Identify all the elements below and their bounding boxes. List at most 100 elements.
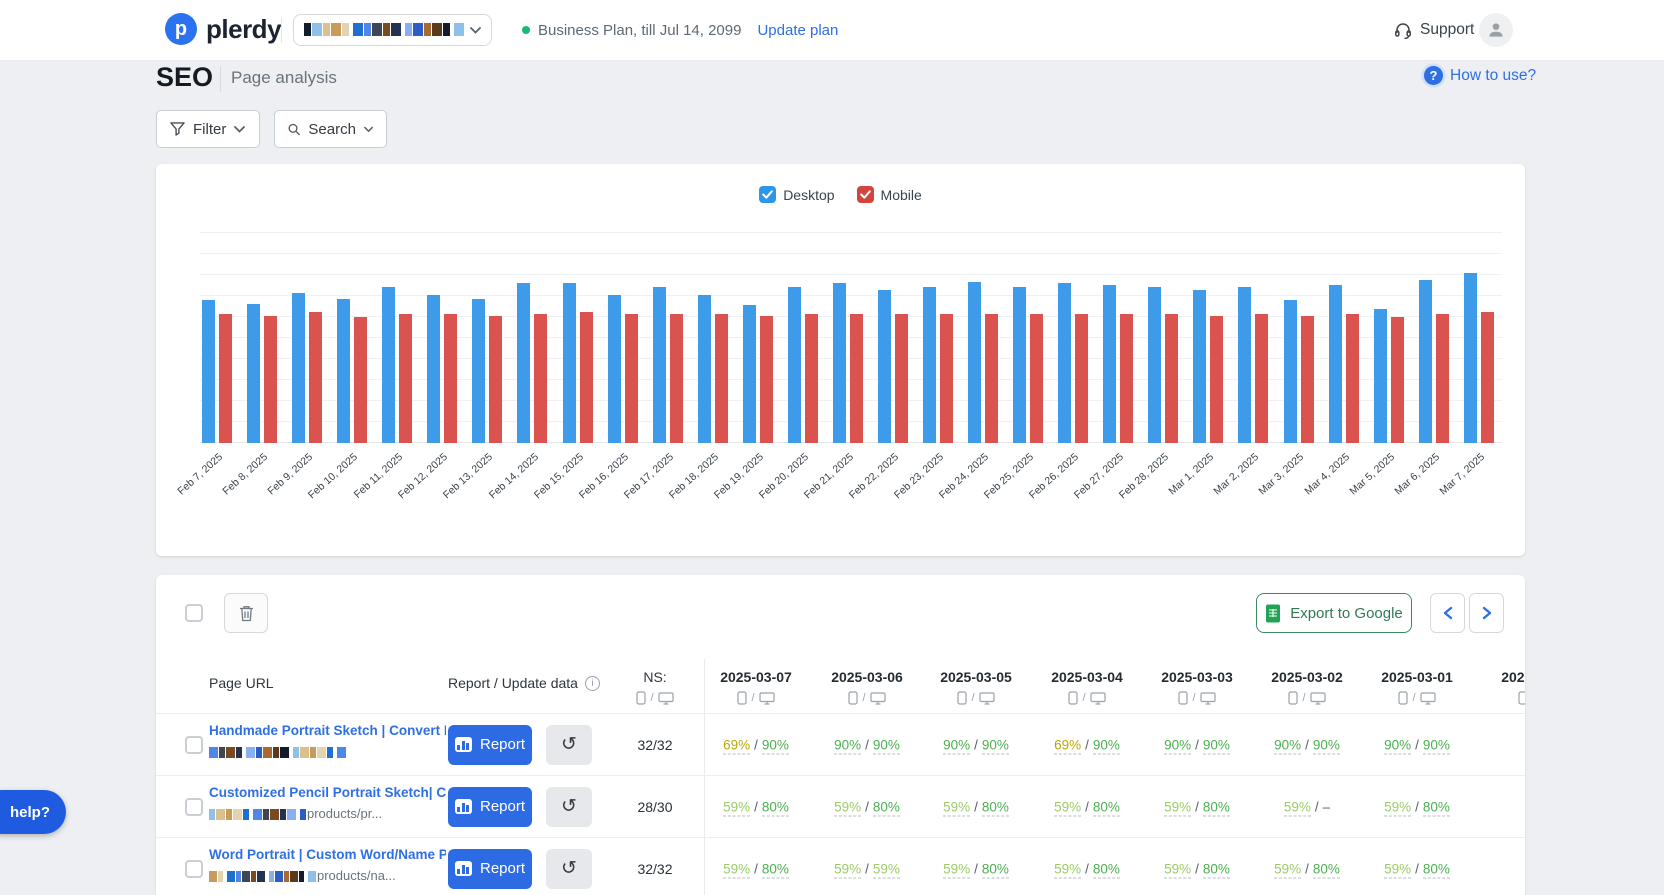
mobile-score-link[interactable]: 69%: [723, 737, 750, 754]
desktop-bar[interactable]: [1419, 280, 1432, 443]
refresh-button[interactable]: ↺: [546, 849, 592, 889]
report-button[interactable]: Report: [448, 849, 532, 889]
mobile-bar[interactable]: [940, 314, 953, 443]
mobile-score-link[interactable]: 59%: [834, 861, 861, 878]
desktop-score-link[interactable]: 80%: [982, 799, 1009, 816]
info-icon[interactable]: i: [585, 676, 600, 691]
delete-button[interactable]: [224, 593, 268, 633]
update-plan-link[interactable]: Update plan: [757, 22, 838, 39]
mobile-score-link[interactable]: 59%: [1164, 799, 1191, 816]
mobile-score-link[interactable]: 59%: [1054, 861, 1081, 878]
desktop-score-link[interactable]: 90%: [873, 737, 900, 754]
page-url-link[interactable]: Handmade Portrait Sketch | Convert P...: [209, 723, 446, 738]
how-to-use-link[interactable]: ? How to use?: [1424, 66, 1536, 85]
desktop-bar[interactable]: [1148, 287, 1161, 443]
legend-desktop-toggle[interactable]: Desktop: [759, 186, 834, 203]
refresh-button[interactable]: ↺: [546, 725, 592, 765]
legend-mobile-toggle[interactable]: Mobile: [857, 186, 922, 203]
desktop-bar[interactable]: [743, 305, 756, 443]
desktop-checkbox[interactable]: [759, 186, 776, 203]
desktop-score-link[interactable]: 90%: [1203, 737, 1230, 754]
mobile-bar[interactable]: [1301, 316, 1314, 444]
mobile-bar[interactable]: [264, 316, 277, 444]
mobile-checkbox[interactable]: [857, 186, 874, 203]
mobile-score-link[interactable]: 90%: [834, 737, 861, 754]
desktop-score-link[interactable]: 80%: [1203, 861, 1230, 878]
row-checkbox[interactable]: [185, 736, 203, 754]
desktop-bar[interactable]: [878, 290, 891, 443]
mobile-bar[interactable]: [1391, 317, 1404, 443]
desktop-bar[interactable]: [382, 287, 395, 443]
mobile-bar[interactable]: [1481, 312, 1494, 443]
mobile-score-link[interactable]: 59%: [723, 799, 750, 816]
desktop-bar[interactable]: [1193, 290, 1206, 443]
desktop-score-link[interactable]: 80%: [762, 861, 789, 878]
plerdy-logo[interactable]: p plerdy: [165, 13, 281, 45]
page-url-link[interactable]: Word Portrait | Custom Word/Name P...: [209, 847, 446, 862]
mobile-bar[interactable]: [985, 314, 998, 443]
mobile-bar[interactable]: [1346, 314, 1359, 443]
desktop-bar[interactable]: [1103, 285, 1116, 443]
mobile-bar[interactable]: [1436, 314, 1449, 443]
user-avatar[interactable]: [1479, 13, 1513, 47]
desktop-score-link[interactable]: 80%: [1423, 861, 1450, 878]
desktop-score-link[interactable]: 90%: [762, 737, 789, 754]
desktop-score-link[interactable]: 80%: [1093, 861, 1120, 878]
mobile-bar[interactable]: [1075, 314, 1088, 443]
desktop-score-link[interactable]: 80%: [982, 861, 1009, 878]
mobile-score-link[interactable]: 90%: [1384, 737, 1411, 754]
mobile-bar[interactable]: [1255, 314, 1268, 443]
mobile-bar[interactable]: [670, 314, 683, 443]
desktop-bar[interactable]: [923, 287, 936, 443]
desktop-bar[interactable]: [653, 287, 666, 443]
desktop-score-link[interactable]: 80%: [873, 799, 900, 816]
desktop-score-link[interactable]: 80%: [1313, 861, 1340, 878]
desktop-bar[interactable]: [1464, 273, 1477, 443]
row-checkbox[interactable]: [185, 798, 203, 816]
mobile-score-link[interactable]: 59%: [943, 799, 970, 816]
select-all-checkbox[interactable]: [185, 604, 203, 622]
site-selector-dropdown[interactable]: [293, 14, 492, 46]
refresh-button[interactable]: ↺: [546, 787, 592, 827]
desktop-score-link[interactable]: 90%: [1423, 737, 1450, 754]
mobile-score-link[interactable]: 90%: [943, 737, 970, 754]
desktop-bar[interactable]: [472, 299, 485, 444]
desktop-bar[interactable]: [202, 300, 215, 443]
mobile-score-link[interactable]: 59%: [1384, 799, 1411, 816]
desktop-bar[interactable]: [337, 299, 350, 444]
mobile-bar[interactable]: [715, 314, 728, 443]
mobile-bar[interactable]: [309, 312, 322, 443]
mobile-bar[interactable]: [1030, 314, 1043, 443]
desktop-bar[interactable]: [788, 287, 801, 443]
next-page-button[interactable]: [1469, 593, 1504, 633]
mobile-bar[interactable]: [1120, 314, 1133, 443]
desktop-bar[interactable]: [1058, 283, 1071, 443]
previous-page-button[interactable]: [1430, 593, 1465, 633]
mobile-bar[interactable]: [219, 314, 232, 443]
desktop-bar[interactable]: [292, 293, 305, 443]
mobile-score-link[interactable]: 59%: [723, 861, 750, 878]
mobile-bar[interactable]: [1210, 316, 1223, 444]
mobile-bar[interactable]: [805, 314, 818, 443]
desktop-bar[interactable]: [1013, 287, 1026, 443]
page-url-link[interactable]: Customized Pencil Portrait Sketch| C...: [209, 785, 446, 800]
desktop-bar[interactable]: [247, 304, 260, 443]
mobile-score-link[interactable]: 59%: [943, 861, 970, 878]
mobile-bar[interactable]: [895, 314, 908, 443]
desktop-bar[interactable]: [833, 283, 846, 443]
mobile-score-link[interactable]: 90%: [1274, 737, 1301, 754]
mobile-score-link[interactable]: 90%: [1164, 737, 1191, 754]
support-button[interactable]: Support: [1393, 0, 1474, 60]
mobile-bar[interactable]: [760, 316, 773, 444]
mobile-score-link[interactable]: 69%: [1054, 737, 1081, 754]
desktop-bar[interactable]: [968, 282, 981, 444]
desktop-bar[interactable]: [1238, 287, 1251, 443]
mobile-bar[interactable]: [444, 314, 457, 443]
desktop-bar[interactable]: [517, 283, 530, 443]
desktop-bar[interactable]: [1374, 309, 1387, 443]
live-chat-button[interactable]: help?: [0, 790, 66, 834]
report-button[interactable]: Report: [448, 725, 532, 765]
mobile-score-link[interactable]: 59%: [1384, 861, 1411, 878]
mobile-score-link[interactable]: 59%: [1054, 799, 1081, 816]
desktop-bar[interactable]: [1284, 300, 1297, 443]
